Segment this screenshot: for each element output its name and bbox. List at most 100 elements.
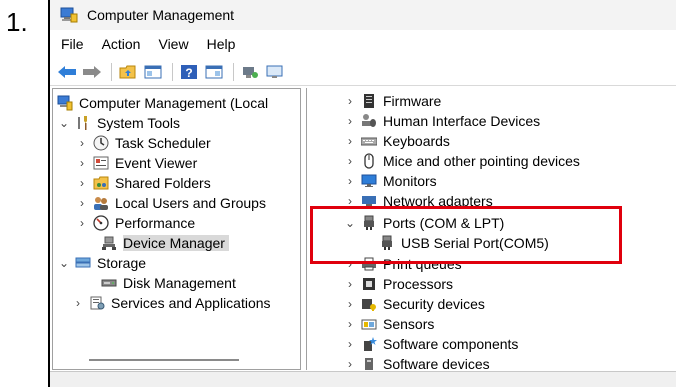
toolbar: ? <box>50 58 676 86</box>
device-category-network-adapters[interactable]: › Network adapters <box>343 191 493 211</box>
chevron-right-icon[interactable]: › <box>343 317 357 331</box>
menu-action[interactable]: Action <box>102 36 141 52</box>
properties-icon[interactable] <box>203 62 225 82</box>
chevron-right-icon[interactable]: › <box>343 257 357 271</box>
device-category-keyboards[interactable]: › Keyboards <box>343 131 450 151</box>
toolbar-separator <box>172 62 173 81</box>
tree-item-shared-folders[interactable]: › Shared Folders <box>75 173 211 193</box>
chevron-right-icon[interactable]: › <box>343 277 357 291</box>
monitor-icon <box>361 173 377 189</box>
device-category-ports[interactable]: ⌄ Ports (COM & LPT) <box>343 213 504 233</box>
chevron-right-icon[interactable]: › <box>343 94 357 108</box>
device-category-label: Network adapters <box>383 193 493 209</box>
disk-management-icon <box>101 275 117 291</box>
security-key-icon <box>361 296 377 312</box>
chevron-right-icon[interactable]: › <box>71 296 85 310</box>
tree-item-computer-management[interactable]: Computer Management (Local <box>57 93 268 113</box>
computer-management-icon <box>60 7 78 23</box>
tree-item-label: Local Users and Groups <box>115 195 266 211</box>
console-tree-pane: Computer Management (Local ⌄ System Tool… <box>52 88 301 370</box>
chevron-right-icon[interactable]: › <box>343 194 357 208</box>
chevron-right-icon[interactable]: › <box>75 176 89 190</box>
device-category-software-devices[interactable]: › Software devices <box>343 354 490 370</box>
hid-icon <box>361 113 377 129</box>
tree-item-device-manager[interactable]: Device Manager <box>93 233 229 253</box>
back-arrow-icon[interactable] <box>56 62 78 82</box>
tree-item-system-tools[interactable]: ⌄ System Tools <box>57 113 180 133</box>
tree-item-disk-management[interactable]: Disk Management <box>93 273 236 293</box>
software-device-icon <box>361 356 377 370</box>
services-icon <box>89 295 105 311</box>
chevron-right-icon[interactable]: › <box>343 114 357 128</box>
chevron-right-icon[interactable]: › <box>75 216 89 230</box>
device-category-label: Ports (COM & LPT) <box>383 215 505 231</box>
device-category-processors[interactable]: › Processors <box>343 274 453 294</box>
device-category-label: Firmware <box>383 93 442 109</box>
toolbar-separator <box>111 62 112 81</box>
port-connector-icon <box>379 235 395 251</box>
processor-icon <box>361 276 377 292</box>
chevron-right-icon[interactable]: › <box>343 174 357 188</box>
horizontal-scrollbar[interactable] <box>89 359 239 361</box>
chevron-right-icon[interactable]: › <box>75 196 89 210</box>
title-bar: Computer Management <box>50 0 676 30</box>
tree-item-event-viewer[interactable]: › Event Viewer <box>75 153 197 173</box>
menu-view[interactable]: View <box>158 36 188 52</box>
help-icon[interactable]: ? <box>178 62 200 82</box>
device-category-label: Software devices <box>383 356 490 370</box>
storage-icon <box>75 255 91 271</box>
device-category-monitors[interactable]: › Monitors <box>343 171 437 191</box>
menu-file[interactable]: File <box>61 36 84 52</box>
users-icon <box>93 195 109 211</box>
tree-item-label: Services and Applications <box>111 295 271 311</box>
chevron-down-icon[interactable]: ⌄ <box>57 256 71 270</box>
chevron-right-icon[interactable]: › <box>343 357 357 370</box>
device-list-pane: › Firmware › Human Interface Devices › K… <box>306 88 676 370</box>
scan-hardware-icon[interactable] <box>239 62 261 82</box>
event-viewer-icon <box>93 155 109 171</box>
device-category-mice[interactable]: › Mice and other pointing devices <box>343 151 580 171</box>
status-bar <box>50 371 676 387</box>
show-hide-tree-icon[interactable] <box>142 62 164 82</box>
tree-item-performance[interactable]: › Performance <box>75 213 195 233</box>
step-number: 1. <box>6 7 28 37</box>
menu-help[interactable]: Help <box>207 36 236 52</box>
tree-item-label: Storage <box>97 255 147 271</box>
tree-item-label: Shared Folders <box>115 175 211 191</box>
chevron-right-icon[interactable]: › <box>343 297 357 311</box>
device-category-label: Sensors <box>383 316 435 332</box>
device-category-label: Mice and other pointing devices <box>383 153 580 169</box>
tree-item-task-scheduler[interactable]: › Task Scheduler <box>75 133 211 153</box>
tree-item-label: Performance <box>115 215 196 231</box>
sensor-icon <box>361 316 377 332</box>
device-category-sensors[interactable]: › Sensors <box>343 314 434 334</box>
chevron-down-icon[interactable]: ⌄ <box>57 116 71 130</box>
device-category-security-devices[interactable]: › Security devices <box>343 294 485 314</box>
computer-management-window: Computer Management File Action View Hel… <box>48 0 676 387</box>
tree-item-services-applications[interactable]: › Services and Applications <box>57 293 271 313</box>
device-category-hid[interactable]: › Human Interface Devices <box>343 111 540 131</box>
device-category-print-queues[interactable]: › Print queues <box>343 254 462 274</box>
chevron-right-icon[interactable]: › <box>343 337 357 351</box>
device-category-label: Keyboards <box>383 133 450 149</box>
tree-item-local-users-groups[interactable]: › Local Users and Groups <box>75 193 266 213</box>
firmware-icon <box>361 93 377 109</box>
device-category-software-components[interactable]: › Software components <box>343 334 518 354</box>
forward-arrow-icon[interactable] <box>81 62 103 82</box>
update-driver-icon[interactable] <box>264 62 286 82</box>
device-item-label: USB Serial Port(COM5) <box>401 235 549 251</box>
chevron-right-icon[interactable]: › <box>75 136 89 150</box>
chevron-right-icon[interactable]: › <box>343 154 357 168</box>
chevron-right-icon[interactable]: › <box>343 134 357 148</box>
device-category-firmware[interactable]: › Firmware <box>343 91 441 111</box>
keyboard-icon <box>360 133 378 149</box>
up-folder-icon[interactable] <box>117 62 139 82</box>
device-item-usb-serial-port[interactable]: USB Serial Port(COM5) <box>379 233 549 253</box>
tree-item-label: Disk Management <box>123 275 236 291</box>
chevron-down-icon[interactable]: ⌄ <box>343 216 357 230</box>
device-category-label: Processors <box>383 276 454 292</box>
tree-item-storage[interactable]: ⌄ Storage <box>57 253 146 273</box>
chevron-right-icon[interactable]: › <box>75 156 89 170</box>
device-category-label: Security devices <box>383 296 485 312</box>
device-category-label: Human Interface Devices <box>383 113 541 129</box>
